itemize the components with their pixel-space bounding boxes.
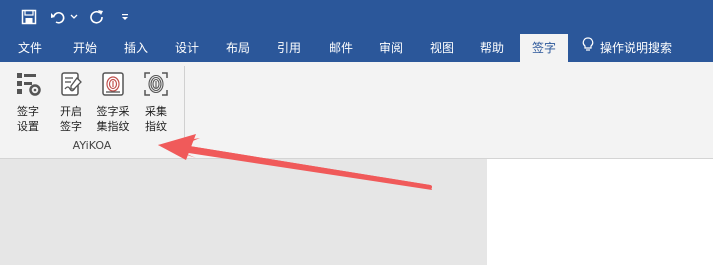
tell-me-label: 操作说明搜索	[600, 41, 673, 55]
tab-layout[interactable]: 布局	[214, 34, 262, 62]
redo-icon[interactable]	[87, 7, 107, 27]
tab-review[interactable]: 审阅	[368, 34, 414, 62]
signature-settings-label: 签字 设置	[17, 105, 39, 133]
save-icon[interactable]	[18, 7, 40, 27]
collect-fingerprint-button[interactable]: 采集 指纹	[136, 68, 176, 138]
tab-file[interactable]: 文件	[8, 34, 52, 62]
ribbon-tabs: 文件 开始 插入 设计 布局 引用 邮件 审阅 视图 帮助 签字 操作说明搜索	[0, 34, 713, 62]
enable-signature-button[interactable]: 开启 签字	[51, 68, 91, 138]
collect-fingerprint-label: 采集 指纹	[145, 105, 167, 133]
tab-signature[interactable]: 签字	[520, 34, 568, 62]
title-bar	[0, 0, 713, 34]
signature-settings-icon	[14, 70, 42, 98]
signature-fingerprint-icon	[99, 70, 127, 98]
signature-fingerprint-label: 签字采 集指纹	[96, 105, 130, 133]
ribbon-group-separator	[184, 66, 185, 154]
signature-settings-button[interactable]: 签字 设置	[8, 68, 48, 138]
ribbon-group-label: AYiKOA	[72, 139, 112, 152]
undo-dropdown-chevron-down-icon[interactable]	[68, 7, 80, 27]
document-page[interactable]	[487, 159, 713, 265]
tab-design[interactable]: 设计	[162, 34, 212, 62]
tell-me-search[interactable]: 操作说明搜索	[582, 34, 712, 62]
tab-help[interactable]: 帮助	[468, 34, 516, 62]
fingerprint-icon	[142, 70, 170, 98]
lightbulb-icon	[582, 35, 594, 63]
enable-signature-icon	[57, 70, 85, 98]
tab-home[interactable]: 开始	[60, 34, 110, 62]
tab-insert[interactable]: 插入	[112, 34, 160, 62]
tab-references[interactable]: 引用	[264, 34, 314, 62]
tab-view[interactable]: 视图	[418, 34, 466, 62]
signature-fingerprint-button[interactable]: 签字采 集指纹	[93, 68, 133, 138]
undo-icon[interactable]	[48, 7, 68, 27]
ribbon-panel: 签字 设置 开启 签字 签字采 集指纹 采集 指纹 AYiKOA	[0, 62, 713, 159]
tab-mailings[interactable]: 邮件	[316, 34, 366, 62]
enable-signature-label: 开启 签字	[60, 105, 82, 133]
customize-quick-access-icon[interactable]	[118, 7, 132, 27]
